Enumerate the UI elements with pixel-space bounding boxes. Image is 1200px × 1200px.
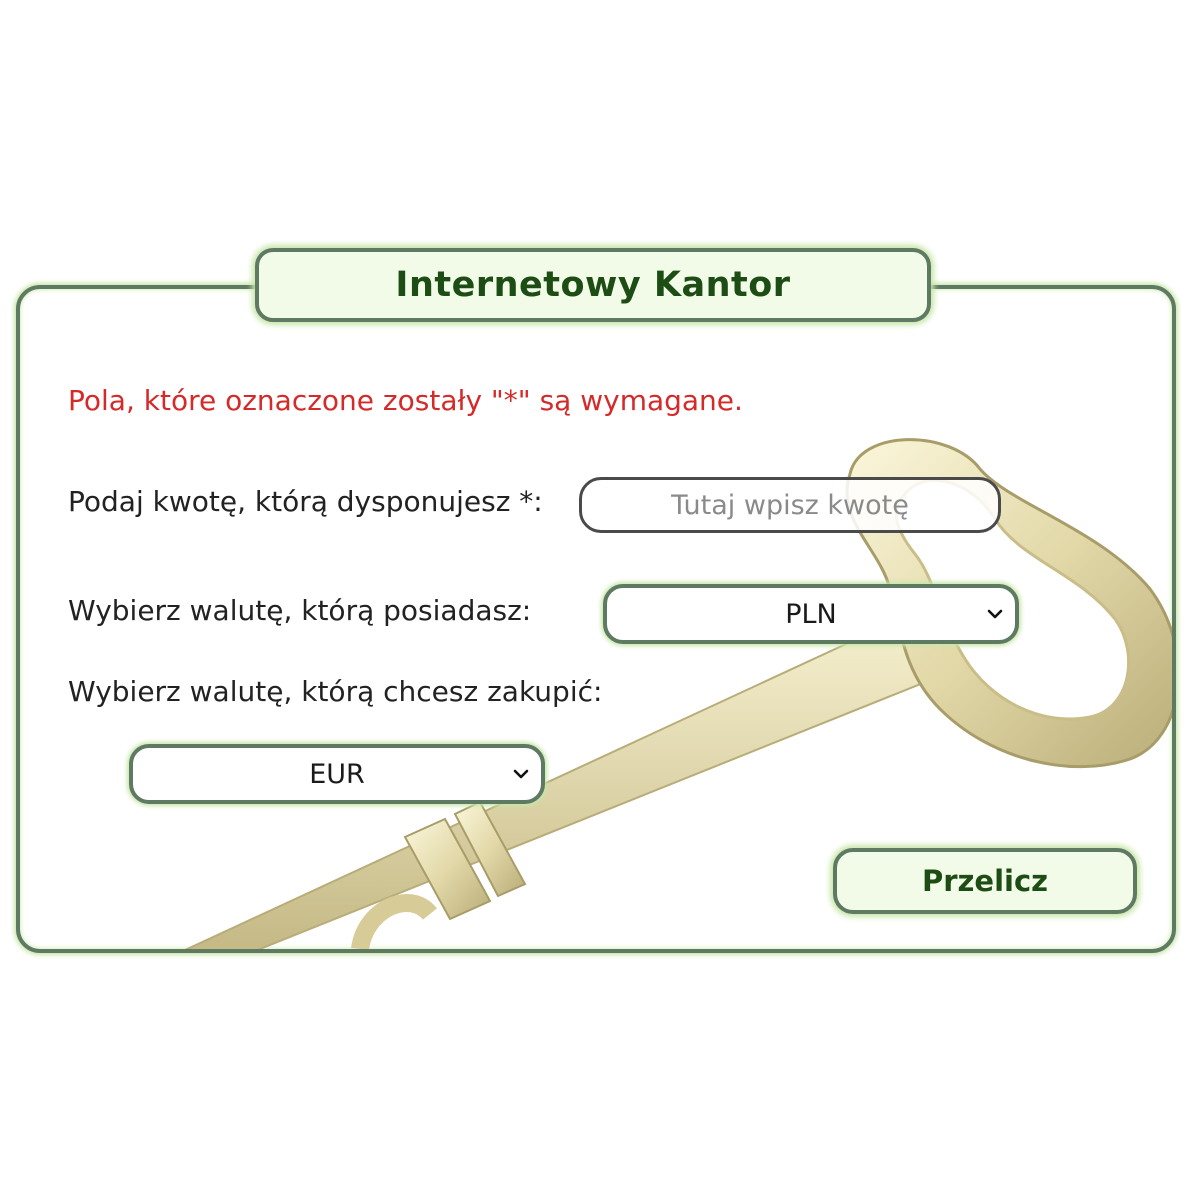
chevron-down-icon <box>513 769 529 779</box>
chevron-down-icon <box>987 609 1003 619</box>
calculate-button[interactable]: Przelicz <box>833 848 1137 914</box>
buy-currency-value: EUR <box>309 758 365 790</box>
amount-input[interactable] <box>579 477 1001 533</box>
title-banner: Internetowy Kantor <box>255 248 931 322</box>
calculate-button-label: Przelicz <box>921 864 1049 898</box>
currency-exchange-page: Internetowy Kantor Pola, które oznaczone… <box>0 0 1200 1200</box>
have-currency-label: Wybierz walutę, którą posiadasz: <box>68 594 532 627</box>
page-title: Internetowy Kantor <box>395 265 791 305</box>
buy-currency-label: Wybierz walutę, którą chcesz zakupić: <box>68 675 603 708</box>
buy-currency-select[interactable]: EUR <box>129 744 545 804</box>
amount-label: Podaj kwotę, którą dysponujesz *: <box>68 485 543 518</box>
have-currency-value: PLN <box>785 598 837 630</box>
have-currency-select[interactable]: PLN <box>603 584 1019 644</box>
required-fields-note: Pola, które oznaczone zostały "*" są wym… <box>68 384 743 417</box>
